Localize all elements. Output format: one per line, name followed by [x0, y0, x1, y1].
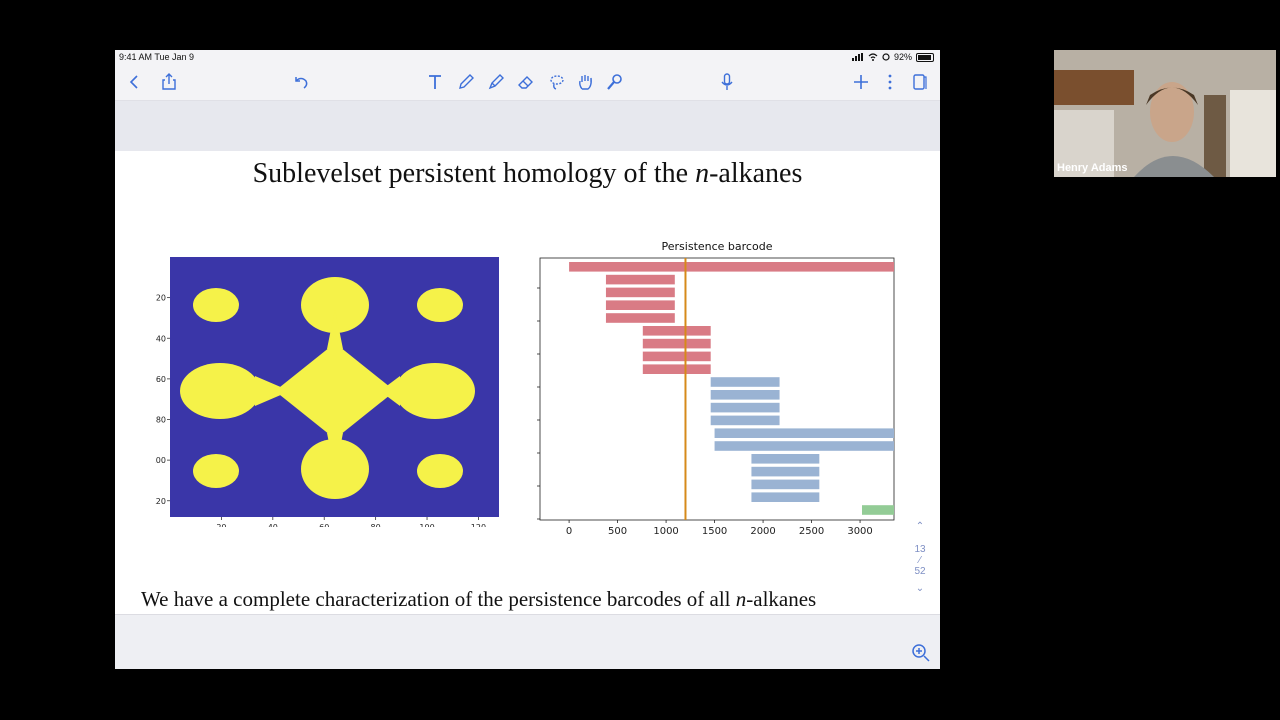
slide-title: Sublevelset persistent homology of the n…	[115, 158, 940, 190]
laser-pointer-icon[interactable]	[603, 70, 627, 94]
text-tool-icon[interactable]	[423, 70, 447, 94]
heatmap-x-tick-label: 60	[319, 523, 329, 527]
eraser-icon[interactable]	[514, 70, 538, 94]
page-total: 52	[914, 566, 926, 577]
heatmap-foreground	[180, 277, 475, 499]
chart-title: Persistence barcode	[662, 240, 773, 253]
barcode-x-tick-label: 1000	[653, 526, 678, 537]
video-thumbnail: Henry Adams	[1054, 50, 1276, 177]
heatmap-y-tick-label: 60	[156, 375, 166, 384]
heatmap-y-tick-label: 120	[155, 497, 166, 506]
highlighter-icon[interactable]	[484, 70, 508, 94]
share-icon[interactable]	[157, 70, 181, 94]
lasso-icon[interactable]	[545, 70, 569, 94]
chevron-down-icon[interactable]: ⌄	[905, 583, 935, 594]
barcode-bar	[605, 274, 675, 285]
status-bar: 9:41 AM Tue Jan 9 92%	[115, 50, 940, 64]
barcode-bar	[642, 351, 711, 362]
barcode-bar	[710, 402, 780, 413]
barcode-bar	[714, 441, 894, 451]
page-gap	[115, 101, 940, 151]
barcode-bar	[710, 415, 780, 426]
barcode-bar	[605, 287, 675, 298]
page-indicator: ⌃ 13 ⁄ 52 ⌄	[905, 521, 935, 594]
ipad-screen: 9:41 AM Tue Jan 9 92% Sublevelset persis…	[115, 50, 940, 669]
barcode-x-tick-label: 0	[566, 526, 572, 537]
footer-suffix: -alkanes	[746, 587, 817, 611]
barcode-bar	[605, 313, 675, 323]
barcode-bar	[605, 300, 675, 310]
title-italic: n	[695, 158, 710, 189]
footer-text: We have a complete characterization of t…	[141, 587, 736, 611]
title-suffix: -alkanes	[709, 158, 803, 189]
microphone-icon[interactable]	[715, 70, 739, 94]
barcode-x-tick-label: 500	[608, 526, 627, 537]
heatmap-x-tick-label: 100	[419, 523, 434, 527]
barcode-bar	[751, 466, 820, 477]
heatmap-y-tick-label: 80	[156, 416, 166, 425]
barcode-bar	[569, 262, 894, 272]
battery-percent: 92%	[893, 52, 912, 62]
barcode-bar	[751, 479, 820, 490]
alkane-heatmap: 20 40 60 80 100 120 20 40 60 80 100 120	[155, 257, 499, 527]
barcode-bar	[751, 492, 820, 502]
barcode-bar	[642, 326, 711, 336]
plot-frame	[539, 257, 895, 521]
barcode-bar	[710, 377, 780, 387]
page-gap-bottom	[115, 614, 940, 669]
heatmap-y-tick-label: 40	[156, 334, 166, 343]
barcode-bar	[751, 454, 820, 464]
page-current: 13	[914, 544, 926, 555]
undo-icon[interactable]	[289, 70, 313, 94]
wifi-icon	[868, 53, 878, 61]
barcode-bar	[710, 390, 780, 400]
toolbar	[115, 64, 940, 101]
title-text: Sublevelset persistent homology of the	[252, 158, 696, 189]
slide-footer: We have a complete characterization of t…	[141, 587, 816, 612]
chevron-left-icon[interactable]	[123, 70, 147, 94]
barcode-bar	[714, 428, 894, 438]
barcode-bar	[861, 505, 894, 515]
status-time: 9:41 AM Tue Jan 9	[119, 52, 195, 62]
barcode-x-tick-label: 2500	[799, 526, 824, 537]
heatmap-x-tick-label: 20	[216, 523, 226, 527]
more-icon[interactable]	[878, 70, 902, 94]
heatmap-x-tick-label: 40	[268, 523, 278, 527]
heatmap-y-tick-label: 20	[156, 294, 166, 303]
zoom-in-icon[interactable]	[910, 642, 932, 664]
heatmap-y-tick-label: 100	[155, 456, 166, 465]
hand-icon[interactable]	[574, 70, 598, 94]
plus-icon[interactable]	[849, 70, 873, 94]
participant-name: Henry Adams	[1057, 162, 1128, 174]
rotation-lock-icon	[882, 53, 890, 61]
barcode-x-tick-label: 1500	[702, 526, 727, 537]
barcode-bar	[642, 338, 711, 349]
heatmap-x-tick-label: 120	[471, 523, 486, 527]
pages-icon[interactable]	[907, 70, 931, 94]
signal-icon	[851, 53, 863, 61]
webcam-image	[1054, 50, 1276, 177]
barcode-bar	[642, 364, 711, 374]
footer-italic: n	[735, 587, 747, 611]
page-separator: ⁄	[919, 555, 921, 566]
battery-icon	[916, 52, 934, 62]
barcode-x-tick-label: 3000	[847, 526, 872, 537]
slide-page: Sublevelset persistent homology of the n…	[115, 151, 940, 614]
heatmap-x-tick-label: 80	[371, 523, 381, 527]
pen-icon[interactable]	[454, 70, 478, 94]
chevron-up-icon[interactable]: ⌃	[905, 521, 935, 532]
barcode-x-tick-label: 2000	[750, 526, 775, 537]
persistence-barcode-chart: Persistence barcode 0 500 1000 1500 2000 2500 3…	[537, 240, 895, 537]
